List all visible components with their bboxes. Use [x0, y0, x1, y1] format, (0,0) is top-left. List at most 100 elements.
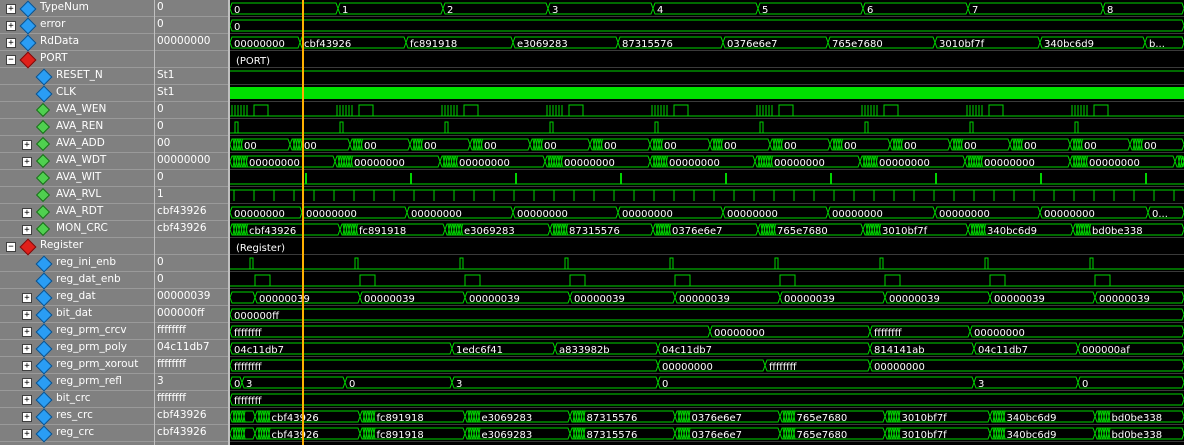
wave-value-label: bd0be338	[1092, 226, 1143, 237]
signal-row-reg-prm-refl[interactable]: + reg_prm_refl	[0, 374, 154, 392]
signal-value: cbf43926	[157, 409, 207, 421]
signal-row-reg-prm-poly[interactable]: + reg_prm_poly	[0, 340, 154, 358]
bus-segment	[344, 376, 453, 389]
signal-row-register[interactable]: − Register	[0, 238, 154, 256]
wait-pulse	[935, 173, 937, 184]
expand-icon[interactable]: +	[22, 225, 32, 235]
wave-value-label: 340bc6d9	[1007, 430, 1057, 441]
expand-icon[interactable]: +	[22, 429, 32, 439]
expand-icon[interactable]: +	[6, 38, 16, 48]
signal-row-rddata[interactable]: + RdData	[0, 34, 154, 52]
signal-row-bit-dat[interactable]: + bit_dat	[0, 306, 154, 324]
data-enable-pulse	[464, 274, 481, 286]
signal-row-ava-wen[interactable]: AVA_WEN	[0, 102, 154, 119]
signal-row-reg-prm-xorout[interactable]: + reg_prm_xorout	[0, 357, 154, 375]
signal-row-typenum[interactable]: + TypeNum	[0, 0, 154, 18]
signal-icon	[35, 340, 53, 358]
expand-icon[interactable]: +	[22, 140, 32, 150]
data-enable-pulse	[1094, 274, 1111, 286]
read-enable-pulse	[339, 121, 344, 133]
expand-icon[interactable]: +	[22, 344, 32, 354]
wave-value-label: 00000000	[832, 209, 883, 220]
signal-value: 3	[157, 375, 164, 387]
wave-value-label: 000000ff	[234, 311, 280, 322]
expand-icon[interactable]: +	[6, 4, 16, 14]
wave-value-label: 0...	[1152, 209, 1168, 220]
signal-row-reg-dat[interactable]: + reg_dat	[0, 289, 154, 307]
signal-row-ava-rvl[interactable]: AVA_RVL	[0, 187, 154, 204]
value-row-port	[155, 51, 228, 68]
wave-value-label: 2	[447, 5, 453, 16]
expand-icon[interactable]: +	[22, 378, 32, 388]
wave-value-label: 000000af	[1082, 345, 1130, 356]
expand-icon[interactable]: +	[22, 412, 32, 422]
signal-row-reg-prm-crcv[interactable]: + reg_prm_crcv	[0, 323, 154, 341]
wave-value-label: 765e7680	[797, 430, 848, 441]
signal-value: 0	[157, 1, 164, 13]
signal-value: 0	[157, 103, 164, 115]
init-enable-pulse	[564, 257, 569, 269]
expand-icon[interactable]: +	[6, 21, 16, 31]
signal-name: reg_prm_refl	[56, 375, 122, 387]
expand-icon[interactable]: +	[22, 208, 32, 218]
waveform-canvas[interactable]: 0 1 2 3 4 5 6 7 8000000000 cbf43926 fc891918 e30692…	[230, 0, 1184, 445]
wave-value-label: 3010bf7f	[902, 413, 948, 424]
expand-icon[interactable]: +	[22, 293, 32, 303]
wave-value-label: e3069283	[517, 39, 568, 50]
wave-value-label: 3010bf7f	[939, 39, 985, 50]
signal-icon	[35, 425, 53, 443]
wave-value-label: 814141ab	[874, 345, 925, 356]
signal-row-reset-n[interactable]: RESET_N	[0, 68, 154, 86]
signal-row-clk[interactable]: CLK	[0, 85, 154, 103]
wait-pulse	[1145, 173, 1147, 184]
expand-icon[interactable]: +	[22, 361, 32, 371]
signal-name: reg_ini_enb	[56, 256, 116, 268]
signal-row-ava-wdt[interactable]: + AVA_WDT	[0, 153, 154, 170]
signal-row-reg-dat-enb[interactable]: reg_dat_enb	[0, 272, 154, 290]
collapse-icon[interactable]: −	[6, 242, 16, 252]
signal-row-res-crc[interactable]: + res_crc	[0, 408, 154, 426]
signal-icon	[35, 153, 51, 169]
read-enable-pulse	[549, 121, 554, 133]
signal-row-reg-crc[interactable]: + reg_crc	[0, 425, 154, 443]
wave-value-label: ffffffff	[234, 396, 263, 407]
signal-row-ava-ren[interactable]: AVA_REN	[0, 119, 154, 136]
signal-row-reg-ini-enb[interactable]: reg_ini_enb	[0, 255, 154, 273]
init-enable-pulse	[354, 257, 359, 269]
collapse-icon[interactable]: −	[6, 55, 16, 65]
wave-value-label: cbf43926	[304, 39, 351, 50]
expand-icon[interactable]: +	[22, 157, 32, 167]
signal-icon	[35, 408, 53, 426]
wave-value-label: 5	[762, 5, 768, 16]
signal-row-mon-crc[interactable]: + MON_CRC	[0, 221, 154, 238]
signal-row-ava-wit[interactable]: AVA_WIT	[0, 170, 154, 187]
signal-row-ava-add[interactable]: + AVA_ADD	[0, 136, 154, 153]
signal-row-port[interactable]: − PORT	[0, 51, 154, 69]
signal-icon	[35, 272, 53, 290]
wave-value-label: ffffffff	[874, 328, 903, 339]
signal-row-bit-crc[interactable]: + bit_crc	[0, 391, 154, 409]
write-enable-pulse	[988, 104, 1004, 116]
group-label: (Register)	[236, 243, 285, 254]
signal-row-ava-rdt[interactable]: + AVA_RDT	[0, 204, 154, 221]
expand-icon[interactable]: +	[22, 310, 32, 320]
expand-icon[interactable]: +	[22, 327, 32, 337]
bus-segment	[230, 359, 659, 372]
wave-value-label: 0376e6e7	[672, 226, 722, 237]
signal-icon	[35, 119, 51, 135]
wave-value-label: 00000039	[889, 294, 940, 305]
clock-wave	[230, 87, 1184, 99]
data-enable-pulse	[779, 274, 796, 286]
signal-icon	[35, 136, 51, 152]
wave-value-label: 00000039	[574, 294, 625, 305]
write-enable-pulse	[673, 104, 689, 116]
wave-value-label: 00	[964, 141, 977, 152]
wave-value-label: 3010bf7f	[882, 226, 928, 237]
signal-icon	[19, 17, 37, 35]
wave-value-label: 00	[604, 141, 617, 152]
wave-value-label: 00000000	[1044, 209, 1095, 220]
wave-value-label: 00000000	[517, 209, 568, 220]
expand-icon[interactable]: +	[22, 395, 32, 405]
signal-row-error[interactable]: + error	[0, 17, 154, 35]
bus-segment	[337, 2, 444, 15]
